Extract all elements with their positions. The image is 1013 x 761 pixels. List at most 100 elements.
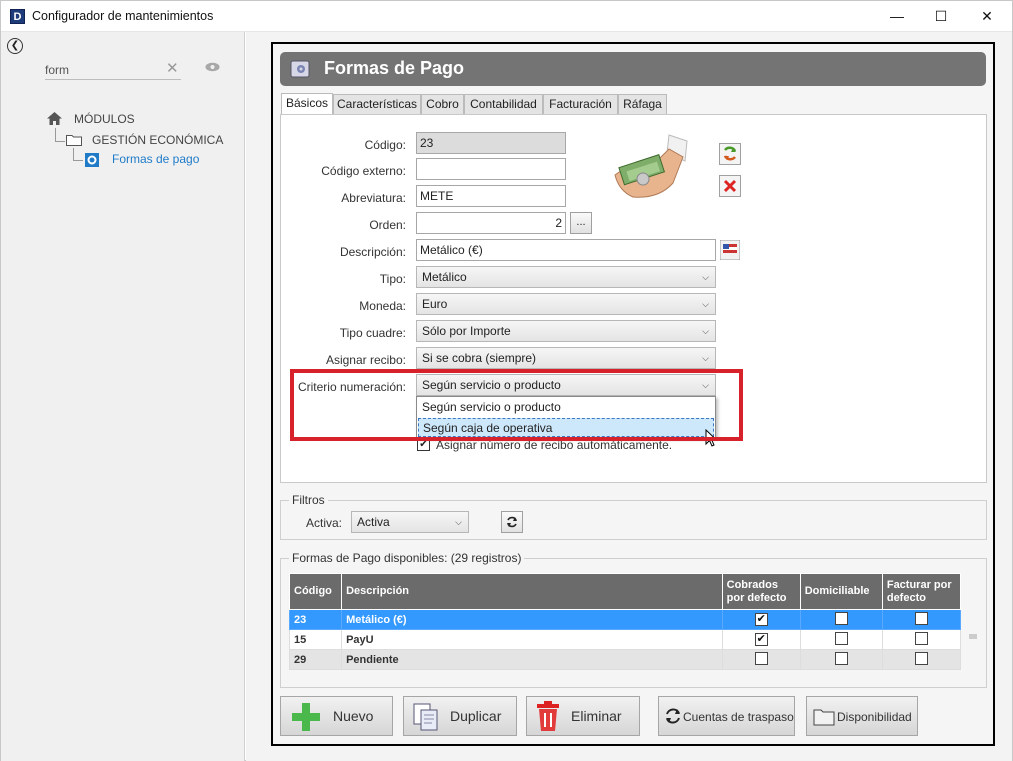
row-facturar[interactable] — [881, 609, 962, 630]
abreviatura-field[interactable]: METE — [416, 185, 566, 207]
row-cobrados[interactable] — [721, 649, 801, 670]
trash-icon — [537, 701, 559, 731]
page-title: Formas de Pago — [324, 58, 465, 78]
moneda-value: Euro — [422, 297, 448, 311]
sync-icon — [666, 708, 680, 724]
row-facturar[interactable] — [881, 629, 962, 650]
clear-search-icon[interactable]: ✕ — [166, 59, 179, 77]
column-header-descripcion[interactable]: Descripción — [341, 573, 723, 610]
row-domiciliable[interactable] — [799, 609, 883, 630]
tipo-select[interactable]: Metálico ⌵ — [416, 266, 716, 288]
row-descripcion: PayU — [341, 629, 723, 650]
tab-caracteristicas[interactable]: Características — [333, 94, 421, 114]
checkbox[interactable] — [834, 651, 848, 665]
chevron-down-icon: ⌵ — [702, 326, 709, 336]
cuentas-traspaso-button[interactable]: Cuentas de traspaso — [658, 696, 795, 736]
scrollbar-thumb[interactable] — [969, 634, 977, 639]
filtros-title: Filtros — [289, 493, 328, 507]
page-header: Formas de Pago — [280, 52, 986, 86]
tree-group-gestion-economica[interactable]: GESTIÓN ECONÓMICA — [92, 133, 223, 147]
language-flag-icon[interactable] — [720, 240, 740, 260]
tipo-cuadre-value: Sólo por Importe — [422, 324, 511, 338]
checkbox[interactable] — [834, 611, 848, 625]
formas-pago-list-group: Formas de Pago disponibles: (29 registro… — [280, 551, 987, 688]
tree-item-formas-de-pago[interactable]: Formas de pago — [112, 152, 199, 166]
moneda-select[interactable]: Euro ⌵ — [416, 293, 716, 315]
chevron-down-icon: ⌵ — [702, 299, 709, 309]
row-descripcion: Metálico (€) — [341, 609, 723, 630]
checkbox[interactable] — [914, 611, 928, 625]
filtros-group: Filtros Activa: Activa ⌵ — [280, 493, 987, 540]
checkbox-checked[interactable]: ✔ — [754, 613, 768, 626]
refresh-filter-button[interactable] — [501, 511, 523, 533]
codigo-field: 23 — [416, 132, 566, 154]
tipo-cuadre-select[interactable]: Sólo por Importe ⌵ — [416, 320, 716, 342]
basicos-panel: Código: 23 Código externo: Abreviatura: … — [280, 114, 987, 483]
column-header-domiciliable[interactable]: Domiciliable — [799, 573, 883, 610]
orden-label: Orden: — [369, 218, 406, 232]
checkbox[interactable] — [914, 631, 928, 645]
tipo-label: Tipo: — [379, 272, 406, 286]
eye-icon[interactable] — [205, 62, 220, 72]
checkbox-checked[interactable]: ✔ — [754, 633, 768, 646]
row-cobrados[interactable]: ✔ — [721, 609, 801, 630]
abreviatura-label: Abreviatura: — [341, 191, 406, 205]
orden-field[interactable]: 2 — [416, 212, 566, 234]
refresh-image-button[interactable] — [719, 143, 741, 165]
tab-rafaga[interactable]: Ráfaga — [618, 94, 667, 114]
app-icon: D — [10, 9, 25, 24]
tipo-value: Metálico — [422, 270, 467, 284]
table-row[interactable]: 29 Pendiente — [288, 649, 962, 670]
table-row[interactable]: 23 Metálico (€) ✔ — [288, 609, 962, 630]
row-facturar[interactable] — [881, 649, 962, 670]
plus-icon — [292, 703, 320, 731]
column-header-cobrados[interactable]: Cobrados por defecto — [721, 573, 801, 610]
list-title: Formas de Pago disponibles: (29 registro… — [289, 551, 525, 565]
refresh-icon — [723, 146, 737, 161]
row-codigo: 15 — [288, 629, 343, 650]
tab-cobro[interactable]: Cobro — [421, 94, 464, 114]
formas-pago-table: Código Descripción Cobrados por defecto … — [288, 573, 962, 670]
tab-facturacion[interactable]: Facturación — [543, 94, 618, 114]
sidebar: ❮ ✕ MÓDULOS GESTIÓN ECONÓMICA Formas de … — [1, 32, 245, 761]
eliminar-button[interactable]: Eliminar — [526, 696, 640, 736]
chevron-down-icon: ⌵ — [702, 272, 709, 282]
tree-connector — [55, 128, 65, 142]
close-button[interactable]: ✕ — [964, 1, 1010, 32]
nuevo-button[interactable]: Nuevo — [280, 696, 393, 736]
minimize-button[interactable]: — — [874, 1, 920, 32]
search-input[interactable] — [45, 60, 181, 80]
column-header-facturar[interactable]: Facturar por defecto — [881, 573, 962, 610]
tree-root-modulos[interactable]: MÓDULOS — [74, 112, 135, 126]
delete-image-button[interactable] — [719, 175, 741, 197]
asignar-recibo-select[interactable]: Si se cobra (siempre) ⌵ — [416, 347, 716, 369]
activa-value: Activa — [357, 515, 390, 529]
codigo-externo-label: Código externo: — [321, 164, 406, 178]
table-row[interactable]: 15 PayU ✔ — [288, 629, 962, 650]
moneda-label: Moneda: — [359, 299, 406, 313]
row-domiciliable[interactable] — [799, 629, 883, 650]
descripcion-field[interactable]: Metálico (€) — [416, 239, 716, 261]
row-descripcion: Pendiente — [341, 649, 723, 670]
tab-contabilidad[interactable]: Contabilidad — [464, 94, 543, 114]
duplicar-button[interactable]: Duplicar — [403, 696, 517, 736]
app-window: D Configurador de mantenimientos — ☐ ✕ ❮… — [0, 0, 1013, 761]
activa-select[interactable]: Activa ⌵ — [351, 511, 469, 533]
checkbox[interactable] — [754, 651, 768, 665]
tab-basicos[interactable]: Básicos — [281, 93, 333, 115]
cuentas-label: Cuentas de traspaso — [683, 710, 794, 724]
back-icon[interactable]: ❮ — [7, 38, 23, 54]
codigo-externo-field[interactable] — [416, 158, 566, 180]
maximize-button[interactable]: ☐ — [918, 1, 964, 32]
row-cobrados[interactable]: ✔ — [721, 629, 801, 650]
folder-icon — [813, 709, 835, 726]
column-header-codigo[interactable]: Código — [288, 573, 343, 610]
disponibilidad-button[interactable]: Disponibilidad — [806, 696, 918, 736]
row-domiciliable[interactable] — [799, 649, 883, 670]
checkbox[interactable] — [914, 651, 928, 665]
orden-browse-button[interactable]: ... — [570, 212, 592, 234]
payment-hand-icon — [614, 134, 688, 198]
duplicar-label: Duplicar — [450, 708, 502, 724]
asignar-recibo-label: Asignar recibo: — [325, 353, 406, 367]
checkbox[interactable] — [834, 631, 848, 645]
